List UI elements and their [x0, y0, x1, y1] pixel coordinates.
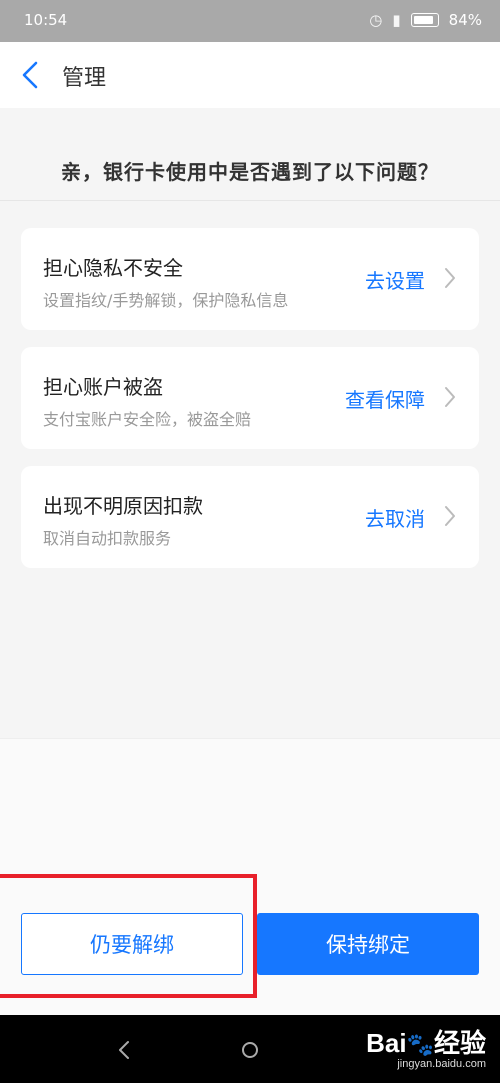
- keep-binding-button[interactable]: 保持绑定: [257, 913, 479, 975]
- nav-bar: 管理: [0, 42, 500, 108]
- system-back-icon[interactable]: [116, 1039, 132, 1061]
- question-heading: 亲，银行卡使用中是否遇到了以下问题？: [61, 160, 439, 184]
- divider: [0, 738, 500, 739]
- unbind-button[interactable]: 仍要解绑: [21, 913, 243, 975]
- chevron-right-icon: [445, 387, 455, 407]
- card-title: 担心账户被盗: [43, 375, 163, 399]
- card-title: 担心隐私不安全: [43, 256, 183, 280]
- watermark-logo-suffix: 经验: [433, 1028, 486, 1058]
- status-icons: ◷ ▮ 84%: [369, 11, 482, 29]
- card-subtitle: 支付宝账户安全险，被盗全赔: [43, 410, 252, 429]
- chevron-right-icon: [445, 268, 455, 288]
- card-action-link[interactable]: 查看保障: [345, 384, 425, 413]
- page-title: 管理: [62, 66, 107, 91]
- status-time: 10:54: [24, 11, 68, 29]
- watermark-logo-text: Bai: [366, 1028, 407, 1058]
- card-action-link[interactable]: 去取消: [365, 503, 425, 532]
- card-privacy[interactable]: 担心隐私不安全 设置指纹/手势解锁，保护隐私信息 去设置: [21, 228, 479, 330]
- card-title: 出现不明原因扣款: [43, 494, 203, 518]
- watermark-logo: Bai🐾经验: [366, 1023, 486, 1060]
- paw-icon: 🐾: [406, 1032, 434, 1057]
- divider: [0, 200, 500, 201]
- chevron-right-icon: [445, 506, 455, 526]
- alarm-icon: ◷: [369, 11, 383, 29]
- back-button[interactable]: [14, 58, 48, 92]
- signal-icon: ▮: [392, 11, 401, 29]
- card-subtitle: 设置指纹/手势解锁，保护隐私信息: [43, 291, 289, 310]
- status-bar: 10:54 ◷ ▮ 84%: [0, 0, 500, 42]
- system-home-icon[interactable]: [242, 1042, 258, 1058]
- watermark: Bai🐾经验 jingyan.baidu.com: [366, 1023, 486, 1070]
- card-subtitle: 取消自动扣款服务: [43, 529, 172, 548]
- battery-level: 84%: [448, 11, 482, 29]
- card-unknown-charges[interactable]: 出现不明原因扣款 取消自动扣款服务 去取消: [21, 466, 479, 568]
- card-account-theft[interactable]: 担心账户被盗 支付宝账户安全险，被盗全赔 查看保障: [21, 347, 479, 449]
- battery-icon: [410, 13, 439, 27]
- chevron-left-icon: [22, 61, 38, 89]
- card-action-link[interactable]: 去设置: [365, 265, 425, 294]
